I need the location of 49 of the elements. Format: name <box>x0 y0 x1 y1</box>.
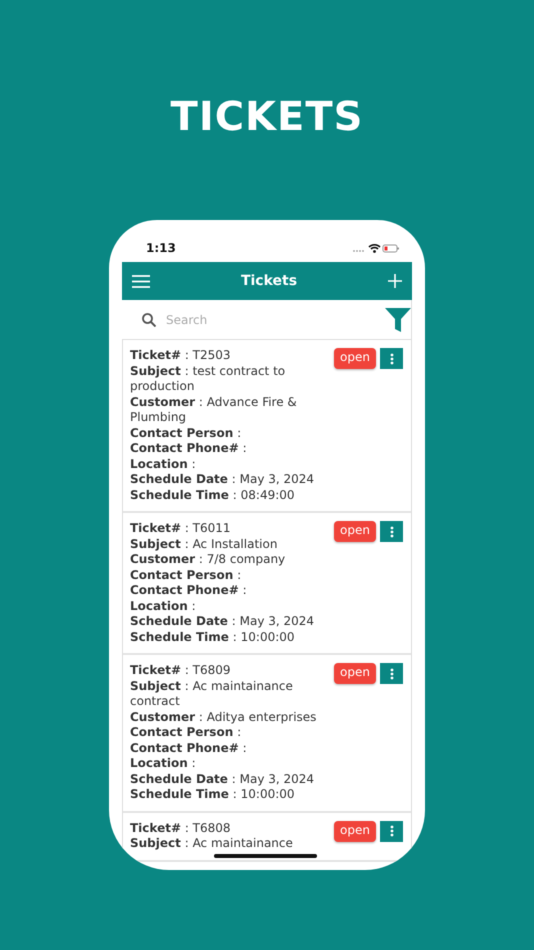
status-badge: open <box>334 348 376 369</box>
ticket-field: Location : <box>130 456 320 472</box>
ticket-field: Subject : Ac Installation <box>130 536 320 552</box>
ticket-field: Schedule Date : May 3, 2024 <box>130 472 320 488</box>
ticket-field: Subject : test contract to production <box>130 364 320 394</box>
more-icon <box>390 352 394 364</box>
ticket-field: Customer : 7/8 company <box>130 552 320 568</box>
ticket-field: Subject : Ac maintainance <box>130 836 320 852</box>
ticket-field: Contact Person : <box>130 725 320 740</box>
status-icons <box>352 242 400 254</box>
add-icon[interactable] <box>388 274 402 288</box>
more-icon <box>390 526 394 538</box>
ticket-field: Contact Phone# : <box>130 583 320 598</box>
more-icon <box>390 825 394 837</box>
page-title: TICKETS <box>170 94 364 140</box>
ticket-field: Ticket# : T2503 <box>130 348 320 364</box>
ticket-field: Schedule Time : 10:00:00 <box>130 630 320 645</box>
more-button[interactable] <box>380 820 403 842</box>
status-badge: open <box>334 521 376 542</box>
ticket-field: Contact Person : <box>130 426 320 441</box>
ticket-field: Contact Phone# : <box>130 740 320 756</box>
ticket-field: Location : <box>130 598 320 614</box>
status-time: 1:13 <box>146 241 176 255</box>
ticket-field: Ticket# : T6809 <box>130 663 320 678</box>
more-button[interactable] <box>380 663 403 684</box>
ticket-field: Subject : Ac maintainance contract <box>130 678 320 710</box>
ticket-field: Schedule Date : May 3, 2024 <box>130 614 320 630</box>
ticket-field: Ticket# : T6808 <box>130 820 320 836</box>
ticket-field: Contact Person : <box>130 568 320 583</box>
ticket-field: Schedule Time : 08:49:00 <box>130 488 320 503</box>
ticket-field: Location : <box>130 756 320 772</box>
more-icon <box>390 668 394 680</box>
app-bar-title: Tickets <box>240 273 298 289</box>
ticket-card[interactable]: Ticket# : T2503 Subject : test contract to production Customer : Advance Fire & Plumbing Contact Person : Contact Phone# : Location : Schedule Date : May 3, 2024 Schedule Time : 08:49:00 open <box>123 340 411 513</box>
ticket-field: Customer : Advance Fire & Plumbing <box>130 394 320 426</box>
status-badge: open <box>334 663 376 684</box>
status-badge: open <box>334 820 376 842</box>
ticket-card[interactable]: Ticket# : T6011 Subject : Ac Installation Customer : 7/8 company Contact Person : Contact Phone# : Location : Schedule Date : May 3, 2024 Schedule Time : 10:00:00 open <box>123 513 411 655</box>
ticket-field: Schedule Time : 10:00:00 <box>130 787 320 802</box>
ticket-field: Schedule Date : May 3, 2024 <box>130 772 320 787</box>
ticket-field: Customer : Aditya enterprises <box>130 710 320 725</box>
search-icon <box>142 312 156 326</box>
ticket-field: Ticket# : T6011 <box>130 521 320 536</box>
more-button[interactable] <box>380 348 403 369</box>
menu-icon[interactable] <box>132 274 150 288</box>
more-button[interactable] <box>380 521 403 542</box>
ticket-card[interactable]: Ticket# : T6809 Subject : Ac maintainance contract Customer : Aditya enterprises Contact Person : Contact Phone# : Location : Schedule Date : May 3, 2024 Schedule Time : 10:00:00 open <box>123 655 411 812</box>
ticket-field: Contact Phone# : <box>130 441 320 456</box>
filter-icon[interactable] <box>385 308 411 332</box>
